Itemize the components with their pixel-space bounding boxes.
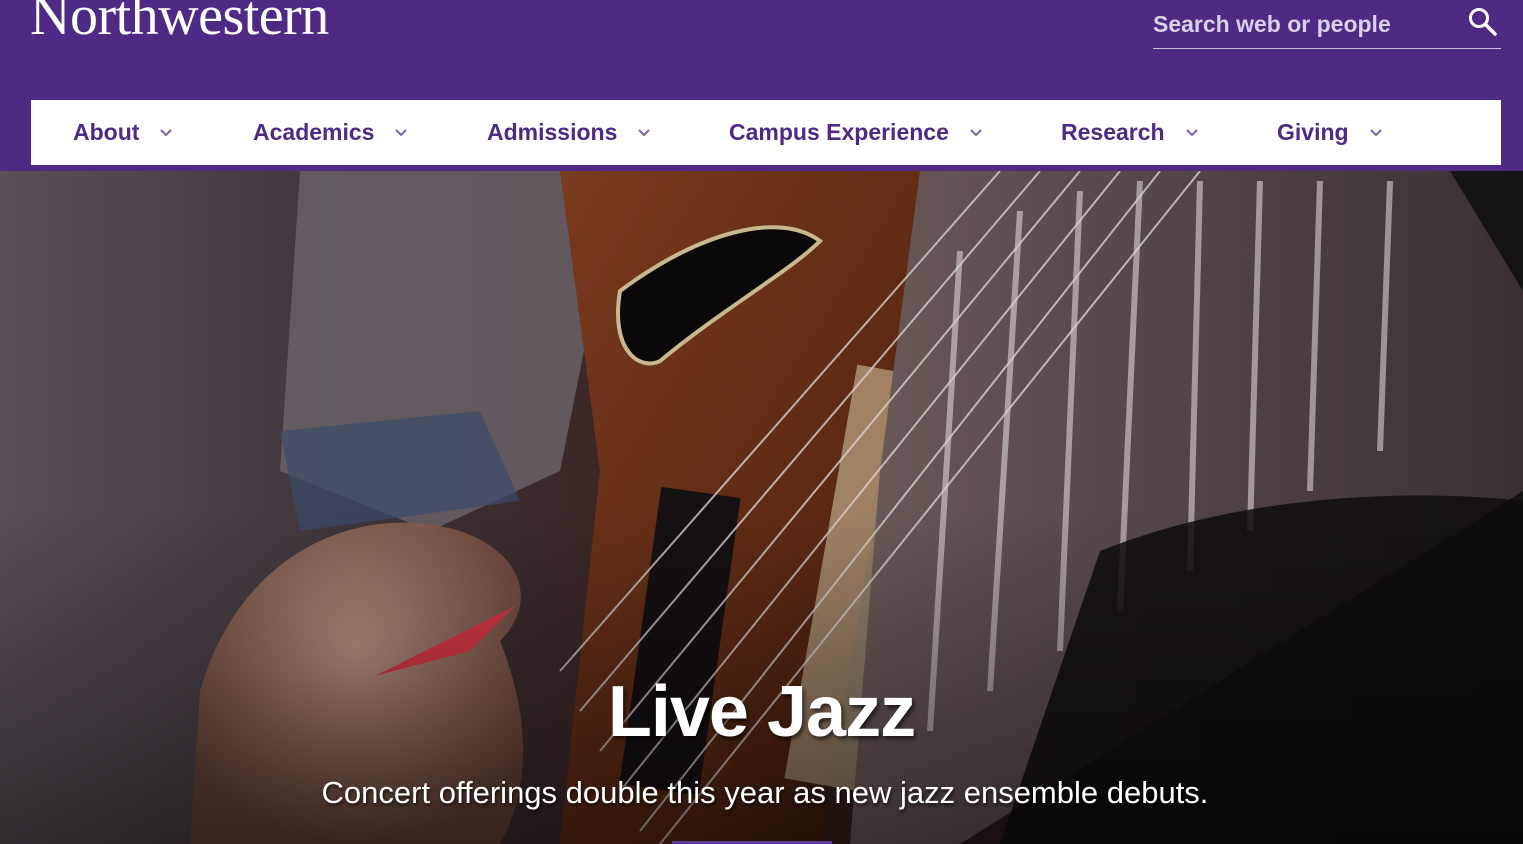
chevron-down-icon (1185, 128, 1198, 136)
chevron-down-icon (395, 128, 408, 136)
nav-item-label: Giving (1277, 119, 1349, 145)
chevron-down-icon (970, 128, 982, 136)
nav-item-campus-experience[interactable]: Campus Experience (729, 100, 983, 165)
nav-item-admissions[interactable]: Admissions (487, 100, 651, 165)
nav-item-label: Admissions (487, 119, 618, 145)
nav-item-label: Campus Experience (729, 119, 949, 145)
nav-item-giving[interactable]: Giving (1277, 100, 1383, 165)
hero-title: Live Jazz (607, 672, 916, 752)
main-navigation: About Academics Admissions Campus Experi… (31, 100, 1501, 165)
nav-item-research[interactable]: Research (1061, 100, 1199, 165)
nav-item-label: About (73, 119, 140, 145)
hero-subtitle: Concert offerings double this year as ne… (321, 775, 1209, 810)
search-input[interactable] (1153, 4, 1453, 44)
nav-item-label: Academics (253, 119, 375, 145)
nav-item-about[interactable]: About (73, 100, 173, 165)
search-icon[interactable] (1467, 6, 1499, 38)
page: Northwestern About Academics Admissions (0, 0, 1523, 844)
chevron-down-icon (160, 128, 173, 136)
search-bar (1153, 0, 1501, 49)
northwestern-logo[interactable]: Northwestern (30, 0, 329, 48)
nav-item-label: Research (1061, 119, 1165, 145)
nav-item-academics[interactable]: Academics (253, 100, 408, 165)
chevron-down-icon (638, 128, 651, 136)
hero-banner[interactable]: Live Jazz Concert offerings double this … (0, 171, 1523, 844)
chevron-down-icon (1369, 128, 1382, 136)
site-header: Northwestern About Academics Admissions (0, 0, 1523, 171)
